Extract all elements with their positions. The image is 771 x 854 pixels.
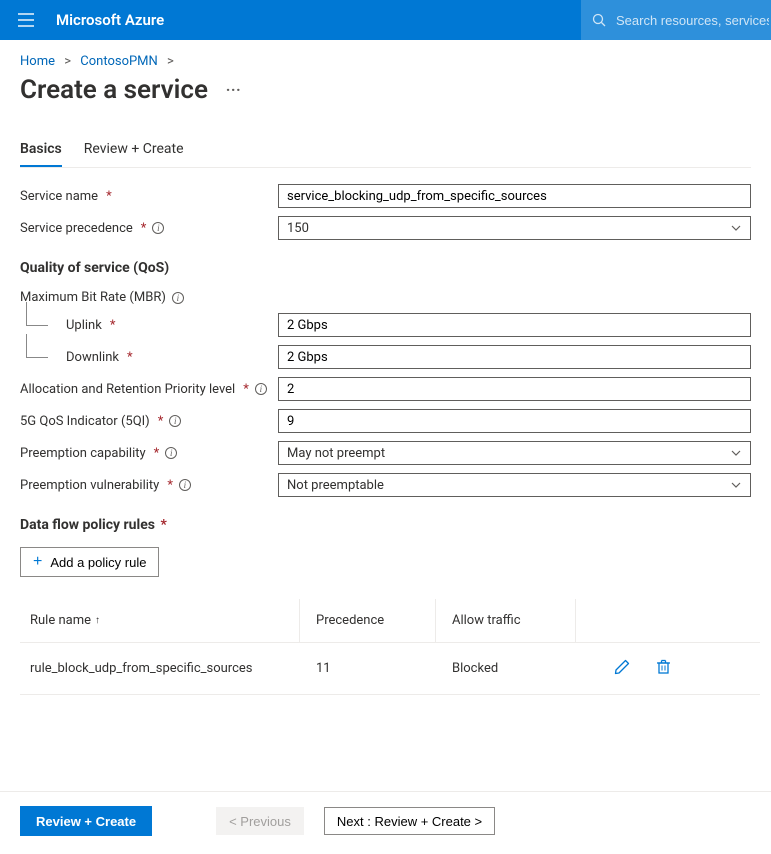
service-precedence-value: 150 [287,221,309,236]
previous-button: < Previous [216,807,304,835]
table-row: rule_block_udp_from_specific_sources 11 … [20,643,760,695]
breadcrumb: Home > ContosoPMN > [20,54,751,69]
add-policy-rule-label: Add a policy rule [50,555,146,570]
preempt-vuln-select[interactable]: Not preemptable [278,473,751,497]
sort-ascending-icon: ↑ [95,615,100,626]
preempt-cap-label: Preemption capability [20,446,146,461]
breadcrumb-home[interactable]: Home [20,54,55,69]
fiveqi-input[interactable] [278,409,751,433]
review-create-button[interactable]: Review + Create [20,806,152,836]
fiveqi-label: 5G QoS Indicator (5QI) [20,414,150,429]
chevron-down-icon [730,222,742,234]
more-actions-icon[interactable]: ‧‧‧ [226,80,241,100]
search-input[interactable] [614,12,771,29]
column-actions [576,599,760,642]
edit-icon[interactable] [614,659,630,679]
page-title: Create a service ‧‧‧ [20,75,751,105]
rules-table: Rule name ↑ Precedence Allow traffic rul… [20,599,760,695]
breadcrumb-resource[interactable]: ContosoPMN [80,54,158,69]
column-allow-traffic[interactable]: Allow traffic [436,599,576,642]
preempt-vuln-value: Not preemptable [287,478,384,493]
tab-review-create[interactable]: Review + Create [84,135,184,167]
footer-bar: Review + Create < Previous Next : Review… [0,791,771,854]
hamburger-icon[interactable] [12,6,40,34]
table-header: Rule name ↑ Precedence Allow traffic [20,599,760,643]
info-icon[interactable]: i [172,292,184,304]
preempt-cap-value: May not preempt [287,446,385,461]
info-icon[interactable]: i [179,479,191,491]
uplink-input[interactable] [278,313,751,337]
search-icon [592,13,606,27]
cell-precedence: 11 [300,643,436,694]
downlink-label: Downlink [66,350,119,365]
info-icon[interactable]: i [165,447,177,459]
mbr-label: Maximum Bit Rate (MBR) [20,290,166,305]
chevron-right-icon: > [167,54,174,69]
cell-allow: Blocked [436,643,576,694]
add-policy-rule-button[interactable]: + Add a policy rule [20,547,159,577]
arp-input[interactable] [278,377,751,401]
cell-rule-name: rule_block_udp_from_specific_sources [20,643,300,694]
info-icon[interactable]: i [255,383,267,395]
preempt-cap-select[interactable]: May not preempt [278,441,751,465]
next-button[interactable]: Next : Review + Create > [324,807,495,835]
info-icon[interactable]: i [152,222,164,234]
service-name-input[interactable] [278,184,751,208]
arp-label: Allocation and Retention Priority level [20,382,235,397]
info-icon[interactable]: i [169,415,181,427]
top-bar: Microsoft Azure [0,0,771,40]
downlink-input[interactable] [278,345,751,369]
service-name-label: Service name [20,189,98,204]
chevron-down-icon [730,447,742,459]
uplink-label: Uplink [66,318,102,333]
chevron-right-icon: > [64,54,71,69]
qos-section-title: Quality of service (QoS) [20,260,751,276]
column-rule-name[interactable]: Rule name ↑ [20,599,300,642]
page-title-text: Create a service [20,75,208,105]
tab-basics[interactable]: Basics [20,135,62,167]
plus-icon: + [33,554,42,570]
column-precedence[interactable]: Precedence [300,599,436,642]
service-precedence-select[interactable]: 150 [278,216,751,240]
tab-list: Basics Review + Create [20,135,751,168]
service-precedence-label: Service precedence [20,221,133,236]
brand-label: Microsoft Azure [56,11,164,29]
preempt-vuln-label: Preemption vulnerability [20,478,159,493]
chevron-down-icon [730,479,742,491]
delete-icon[interactable] [656,659,671,679]
dfpr-section-title: Data flow policy rules * [20,517,751,533]
global-search[interactable] [581,0,771,40]
